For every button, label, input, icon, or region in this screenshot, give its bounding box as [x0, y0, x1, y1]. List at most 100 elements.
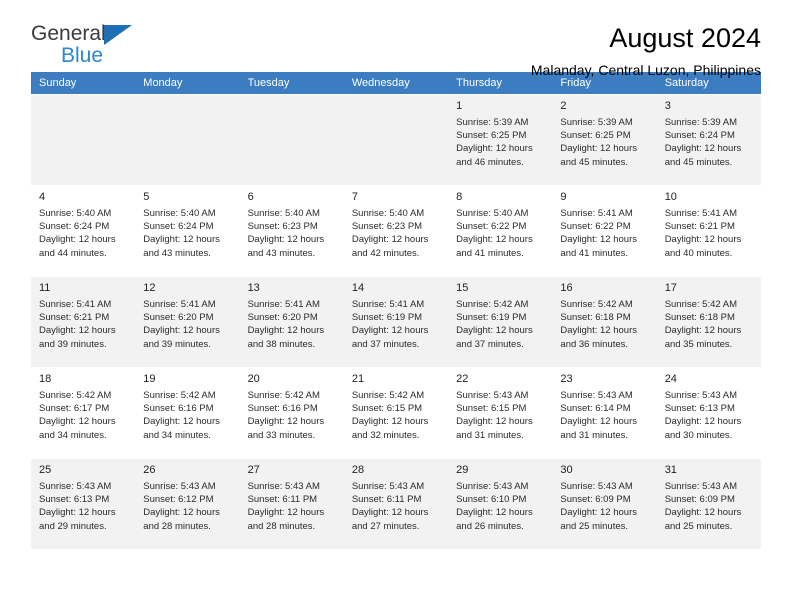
daylight-text-line2: and 45 minutes.: [664, 156, 733, 168]
calendar-day-cell[interactable]: 15 Sunrise: 5:42 AM Sunset: 6:19 PM Dayligh…: [448, 276, 553, 368]
calendar-day-cell[interactable]: 31 Sunrise: 5:43 AM Sunset: 6:09 PM Dayligh…: [656, 458, 761, 549]
day-number: 27: [247, 464, 260, 476]
calendar-day-cell[interactable]: 13 Sunrise: 5:41 AM Sunset: 6:20 PM Dayligh…: [239, 276, 344, 368]
daylight-text-line1: Daylight: 12 hours: [456, 325, 533, 337]
calendar-day-cell[interactable]: 21 Sunrise: 5:42 AM Sunset: 6:15 PM Dayligh…: [343, 367, 449, 459]
day-cell-inner: 28 Sunrise: 5:43 AM Sunset: 6:11 PM Dayligh…: [343, 459, 449, 549]
calendar-week-row: 1 Sunrise: 5:39 AM Sunset: 6:25 PM Daylight…: [31, 94, 761, 186]
day-cell-inner: 14 Sunrise: 5:41 AM Sunset: 6:19 PM Dayligh…: [343, 277, 449, 367]
calendar-day-cell[interactable]: 2 Sunrise: 5:39 AM Sunset: 6:25 PM Daylight…: [552, 94, 657, 186]
calendar-day-cell[interactable]: 8 Sunrise: 5:40 AM Sunset: 6:22 PM Daylight…: [448, 185, 553, 277]
day-cell-inner: [239, 95, 344, 185]
day-sun-info: Sunrise: 5:39 AM Sunset: 6:25 PM Daylight:…: [560, 116, 650, 169]
calendar-day-cell[interactable]: 20 Sunrise: 5:42 AM Sunset: 6:16 PM Dayligh…: [239, 367, 344, 459]
day-sun-info: Sunrise: 5:43 AM Sunset: 6:12 PM Daylight:…: [143, 480, 233, 533]
sunset-text: Sunset: 6:16 PM: [143, 403, 214, 415]
daylight-text-line2: and 31 minutes.: [560, 429, 629, 441]
calendar-day-cell[interactable]: 23 Sunrise: 5:43 AM Sunset: 6:14 PM Dayligh…: [552, 367, 657, 459]
calendar-day-cell[interactable]: 22 Sunrise: 5:43 AM Sunset: 6:15 PM Dayligh…: [448, 367, 553, 459]
sunrise-text: Sunrise: 5:43 AM: [664, 481, 738, 492]
calendar-day-cell[interactable]: 29 Sunrise: 5:43 AM Sunset: 6:10 PM Dayligh…: [448, 458, 553, 549]
sunrise-text: Sunrise: 5:42 AM: [143, 390, 216, 401]
sunrise-text: Sunrise: 5:43 AM: [560, 390, 633, 401]
sunset-text: Sunset: 6:10 PM: [456, 494, 527, 506]
calendar-day-cell[interactable]: 1 Sunrise: 5:39 AM Sunset: 6:25 PM Daylight…: [448, 94, 553, 186]
day-cell-inner: [343, 95, 449, 185]
calendar-day-cell[interactable]: 12 Sunrise: 5:41 AM Sunset: 6:20 PM Dayligh…: [135, 276, 240, 368]
calendar-day-cell[interactable]: 3 Sunrise: 5:39 AM Sunset: 6:24 PM Daylight…: [656, 94, 761, 186]
calendar-day-cell[interactable]: 7 Sunrise: 5:40 AM Sunset: 6:23 PM Daylight…: [343, 185, 449, 277]
calendar-day-cell[interactable]: 11 Sunrise: 5:41 AM Sunset: 6:21 PM Dayligh…: [31, 276, 136, 368]
calendar-day-cell[interactable]: 14 Sunrise: 5:41 AM Sunset: 6:19 PM Dayligh…: [343, 276, 449, 368]
day-cell-inner: 7 Sunrise: 5:40 AM Sunset: 6:23 PM Daylight…: [343, 186, 449, 276]
daylight-text-line1: Daylight: 12 hours: [560, 325, 637, 337]
sunset-text: Sunset: 6:20 PM: [247, 312, 318, 324]
general-blue-logo[interactable]: General Blue: [31, 22, 161, 70]
day-number: 22: [456, 373, 469, 385]
calendar-day-cell[interactable]: 9 Sunrise: 5:41 AM Sunset: 6:22 PM Daylight…: [552, 185, 657, 277]
sunset-text: Sunset: 6:09 PM: [560, 494, 631, 506]
sunset-text: Sunset: 6:25 PM: [560, 130, 631, 142]
day-sun-info: Sunrise: 5:40 AM Sunset: 6:24 PM Daylight:…: [143, 207, 233, 260]
daylight-text-line1: Daylight: 12 hours: [143, 234, 220, 246]
daylight-text-line1: Daylight: 12 hours: [351, 325, 429, 337]
calendar-day-cell[interactable]: 17 Sunrise: 5:42 AM Sunset: 6:18 PM Dayligh…: [656, 276, 761, 368]
day-cell-inner: 31 Sunrise: 5:43 AM Sunset: 6:09 PM Dayligh…: [656, 459, 761, 549]
sunrise-text: Sunrise: 5:43 AM: [456, 390, 529, 401]
sunrise-text: Sunrise: 5:43 AM: [351, 481, 425, 492]
calendar-day-cell[interactable]: 10 Sunrise: 5:41 AM Sunset: 6:21 PM Dayligh…: [656, 185, 761, 277]
calendar-day-cell[interactable]: 25 Sunrise: 5:43 AM Sunset: 6:13 PM Dayligh…: [31, 458, 136, 549]
calendar-day-cell[interactable]: 18 Sunrise: 5:42 AM Sunset: 6:17 PM Dayligh…: [31, 367, 136, 459]
day-sun-info: Sunrise: 5:42 AM Sunset: 6:16 PM Daylight:…: [248, 389, 338, 442]
day-cell-inner: 24 Sunrise: 5:43 AM Sunset: 6:13 PM Dayligh…: [656, 368, 761, 458]
day-number: 14: [351, 282, 365, 294]
weekday-header-monday: Monday: [135, 72, 240, 95]
day-sun-info: Sunrise: 5:43 AM Sunset: 6:11 PM Daylight:…: [352, 480, 442, 533]
day-cell-inner: 13 Sunrise: 5:41 AM Sunset: 6:20 PM Dayligh…: [239, 277, 344, 367]
sunset-text: Sunset: 6:22 PM: [560, 221, 631, 233]
calendar-day-cell[interactable]: 6 Sunrise: 5:40 AM Sunset: 6:23 PM Daylight…: [239, 185, 344, 277]
calendar-day-cell[interactable]: 5 Sunrise: 5:40 AM Sunset: 6:24 PM Daylight…: [135, 185, 240, 277]
sunrise-text: Sunrise: 5:43 AM: [143, 481, 216, 492]
calendar-day-cell[interactable]: 27 Sunrise: 5:43 AM Sunset: 6:11 PM Dayligh…: [239, 458, 344, 549]
sunset-text: Sunset: 6:20 PM: [143, 312, 214, 324]
calendar-day-cell[interactable]: 30 Sunrise: 5:43 AM Sunset: 6:09 PM Dayligh…: [552, 458, 657, 549]
daylight-text-line1: Daylight: 12 hours: [39, 234, 116, 246]
daylight-text-line2: and 25 minutes.: [664, 520, 733, 532]
day-sun-info: Sunrise: 5:41 AM Sunset: 6:20 PM Daylight:…: [143, 298, 233, 351]
daylight-text-line2: and 37 minutes.: [351, 338, 420, 350]
calendar-page: General Blue August 2024 Malanday, Centr…: [0, 0, 792, 612]
day-sun-info: Sunrise: 5:42 AM Sunset: 6:19 PM Daylight:…: [456, 298, 546, 351]
sunrise-text: Sunrise: 5:43 AM: [560, 481, 633, 492]
sunset-text: Sunset: 6:11 PM: [351, 494, 422, 506]
daylight-text-line2: and 33 minutes.: [247, 429, 316, 441]
day-cell-inner: 18 Sunrise: 5:42 AM Sunset: 6:17 PM Dayligh…: [31, 368, 136, 458]
day-cell-inner: 20 Sunrise: 5:42 AM Sunset: 6:16 PM Dayligh…: [239, 368, 344, 458]
sunrise-text: Sunrise: 5:41 AM: [560, 208, 633, 219]
daylight-text-line2: and 34 minutes.: [39, 429, 107, 441]
day-number: 21: [351, 373, 365, 385]
calendar-day-cell[interactable]: 16 Sunrise: 5:42 AM Sunset: 6:18 PM Dayligh…: [552, 276, 657, 368]
day-sun-info: Sunrise: 5:42 AM Sunset: 6:18 PM Daylight:…: [665, 298, 755, 351]
page-title: August 2024: [609, 23, 761, 53]
sunset-text: Sunset: 6:16 PM: [247, 403, 318, 415]
daylight-text-line2: and 43 minutes.: [143, 247, 211, 259]
day-sun-info: Sunrise: 5:43 AM Sunset: 6:09 PM Daylight:…: [560, 480, 650, 533]
calendar-day-cell[interactable]: 26 Sunrise: 5:43 AM Sunset: 6:12 PM Dayligh…: [135, 458, 240, 549]
daylight-text-line1: Daylight: 12 hours: [664, 507, 742, 519]
calendar-day-cell-empty: [239, 94, 344, 186]
day-sun-info: Sunrise: 5:41 AM Sunset: 6:19 PM Daylight:…: [352, 298, 442, 351]
day-sun-info: Sunrise: 5:43 AM Sunset: 6:14 PM Daylight:…: [560, 389, 650, 442]
calendar-day-cell[interactable]: 24 Sunrise: 5:43 AM Sunset: 6:13 PM Dayligh…: [656, 367, 761, 459]
calendar-day-cell[interactable]: 19 Sunrise: 5:42 AM Sunset: 6:16 PM Dayligh…: [135, 367, 240, 459]
day-cell-inner: 5 Sunrise: 5:40 AM Sunset: 6:24 PM Daylight…: [135, 186, 240, 276]
calendar-day-cell[interactable]: 4 Sunrise: 5:40 AM Sunset: 6:24 PM Daylight…: [31, 185, 136, 277]
daylight-text-line1: Daylight: 12 hours: [351, 507, 429, 519]
daylight-text-line2: and 28 minutes.: [143, 520, 211, 532]
sunset-text: Sunset: 6:24 PM: [143, 221, 214, 233]
daylight-text-line2: and 28 minutes.: [247, 520, 316, 532]
calendar-day-cell[interactable]: 28 Sunrise: 5:43 AM Sunset: 6:11 PM Dayligh…: [343, 458, 449, 549]
day-sun-info: Sunrise: 5:39 AM Sunset: 6:24 PM Daylight:…: [665, 116, 755, 169]
calendar-week-row: 18 Sunrise: 5:42 AM Sunset: 6:17 PM Dayligh…: [31, 367, 761, 459]
day-sun-info: Sunrise: 5:41 AM Sunset: 6:22 PM Daylight:…: [560, 207, 650, 260]
